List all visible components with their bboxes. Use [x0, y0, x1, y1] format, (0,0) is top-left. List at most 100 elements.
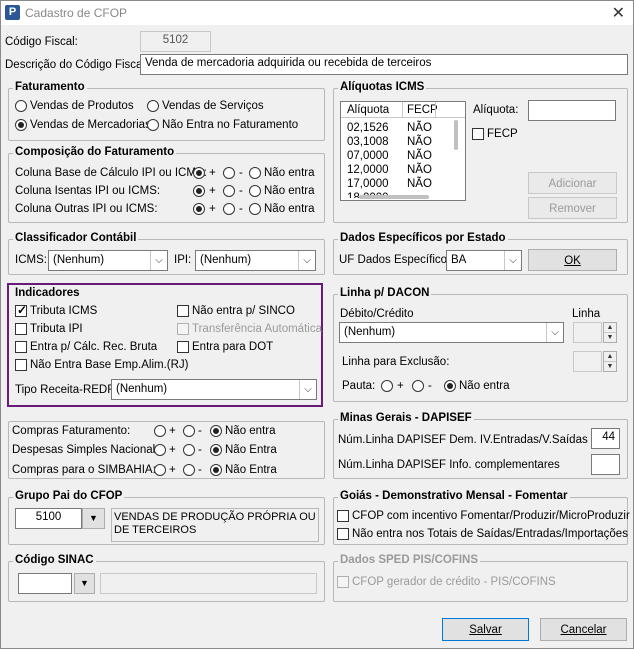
chevron-down-icon: ⌵ — [546, 323, 563, 342]
salvar-button[interactable]: Salvar — [442, 618, 529, 641]
vertical-scrollbar[interactable] — [454, 120, 458, 150]
minus-label: - — [198, 425, 202, 437]
plus-label: + — [397, 380, 404, 392]
sped-credito-checkbox[interactable] — [337, 576, 349, 588]
ipi-select[interactable]: (Nenhum) ⌵ — [195, 250, 316, 271]
table-cell: NÃO — [407, 136, 432, 148]
uf-select[interactable]: BA ⌵ — [446, 250, 522, 271]
sped-title: Dados SPED PIS/COFINS — [338, 554, 481, 566]
radio-outras-none[interactable] — [249, 203, 261, 215]
radio-simbahia-none[interactable] — [210, 464, 222, 476]
horizontal-scrollbar[interactable] — [359, 195, 429, 199]
transferencia-checkbox[interactable] — [177, 323, 189, 335]
descricao-field[interactable]: Venda de mercadoria adquirida ou recebid… — [140, 54, 628, 75]
radio-compras-minus[interactable] — [183, 425, 195, 437]
sinac-dropdown-icon[interactable]: ▼ — [74, 573, 95, 594]
tributa-ipi-checkbox[interactable] — [15, 323, 27, 335]
close-icon[interactable]: ✕ — [612, 3, 625, 23]
cancelar-label: Cancelar — [560, 624, 607, 636]
nao-entra-base-checkbox[interactable] — [15, 359, 27, 371]
entra-calc-label: Entra p/ Cálc. Rec. Bruta — [30, 341, 158, 353]
cancelar-button[interactable]: Cancelar — [540, 618, 627, 641]
radio-compras-none[interactable] — [210, 425, 222, 437]
dapisef-row1-label: Núm.Linha DAPISEF Dem. IV.Entradas/V.Saí… — [338, 434, 588, 446]
nao-entra-totais-checkbox[interactable] — [337, 528, 349, 540]
none-label: Não Entra — [225, 444, 277, 456]
pauta-label: Pauta: — [342, 380, 376, 392]
codigo-fiscal-label: Código Fiscal: — [5, 36, 78, 48]
goias-title: Goiás - Demonstrativo Mensal - Fomentar — [338, 490, 570, 502]
radio-outras-minus[interactable] — [223, 203, 235, 215]
spin-up-icon[interactable]: ▲ — [604, 323, 616, 333]
nao-entra-sinco-checkbox[interactable] — [177, 305, 189, 317]
radio-simbahia-plus[interactable] — [154, 464, 166, 476]
exclusao-label: Linha para Exclusão: — [342, 356, 450, 368]
spin-down-icon[interactable]: ▼ — [604, 333, 616, 343]
exclusao-input[interactable] — [573, 351, 602, 372]
grupo-pai-code-input[interactable]: 5100 — [15, 508, 82, 529]
nao-entra-totais-label: Não entra nos Totais de Saídas/Entradas/… — [352, 528, 628, 540]
linha-input[interactable] — [573, 322, 602, 343]
ok-state-label: OK — [564, 255, 581, 267]
radio-base-plus[interactable] — [193, 167, 205, 179]
aliquotas-table[interactable]: Alíquota FECP 02,1526 NÃO 03,1008 NÃO 07… — [340, 101, 466, 201]
radio-isentas-minus[interactable] — [223, 185, 235, 197]
cfop-dialog: P Cadastro de CFOP ✕ Código Fiscal: 5102… — [0, 0, 634, 649]
aliquota-input[interactable] — [528, 100, 616, 121]
table-row[interactable]: 03,1008 — [347, 136, 389, 148]
minus-label: - — [428, 380, 432, 392]
chevron-down-icon: ⌵ — [298, 251, 315, 270]
radio-pauta-none[interactable] — [444, 380, 456, 392]
table-row[interactable]: 12,0000 — [347, 164, 389, 176]
fomentar-label: CFOP com incentivo Fomentar/Produzir/Mic… — [352, 510, 630, 522]
radio-isentas-none[interactable] — [249, 185, 261, 197]
table-row[interactable]: 07,0000 — [347, 150, 389, 162]
spin-down-icon[interactable]: ▼ — [604, 362, 616, 372]
remover-button[interactable]: Remover — [528, 197, 617, 219]
table-row[interactable]: 17,0000 — [347, 178, 389, 190]
radio-vendas-servicos[interactable] — [147, 100, 159, 112]
plus-label: + — [209, 185, 216, 197]
linha-spinner[interactable]: ▲ ▼ — [603, 322, 617, 343]
faturamento-title: Faturamento — [13, 81, 87, 93]
radio-vendas-produtos[interactable] — [15, 100, 27, 112]
fomentar-checkbox[interactable] — [337, 510, 349, 522]
tributa-icms-checkbox[interactable] — [15, 303, 27, 317]
debito-credito-select[interactable]: (Nenhum) ⌵ — [339, 322, 564, 343]
radio-base-none[interactable] — [249, 167, 261, 179]
tipo-receita-select[interactable]: (Nenhum) ⌵ — [111, 379, 317, 400]
radio-compras-plus[interactable] — [154, 425, 166, 437]
radio-despesas-none[interactable] — [210, 444, 222, 456]
dapisef-row1-input[interactable]: 44 — [591, 428, 620, 449]
radio-simbahia-minus[interactable] — [183, 464, 195, 476]
composicao-row-label: Coluna Outras IPI ou ICMS: — [15, 203, 158, 215]
ipi-select-value: (Nenhum) — [200, 254, 252, 266]
radio-despesas-minus[interactable] — [183, 444, 195, 456]
radio-vendas-mercadorias[interactable] — [15, 119, 27, 131]
radio-pauta-plus[interactable] — [381, 380, 393, 392]
radio-outras-plus[interactable] — [193, 203, 205, 215]
dapisef-row2-input[interactable] — [591, 454, 620, 475]
aliquota-label: Alíquota: — [473, 104, 519, 116]
fecp-checkbox[interactable] — [472, 128, 484, 140]
spin-up-icon[interactable]: ▲ — [604, 352, 616, 362]
none-label: Não entra — [264, 185, 315, 197]
app-icon: P — [5, 5, 20, 20]
radio-nao-entra-faturamento[interactable] — [147, 119, 159, 131]
radio-pauta-minus[interactable] — [412, 380, 424, 392]
tipo-receita-value: (Nenhum) — [116, 383, 168, 395]
exclusao-spinner[interactable]: ▲ ▼ — [603, 351, 617, 372]
radio-despesas-plus[interactable] — [154, 444, 166, 456]
table-row[interactable]: 02,1526 — [347, 122, 389, 134]
nao-entra-base-label: Não Entra Base Emp.Alim.(RJ) — [30, 359, 189, 371]
icms-select[interactable]: (Nenhum) ⌵ — [48, 250, 168, 271]
radio-isentas-plus[interactable] — [193, 185, 205, 197]
sinac-code-input[interactable] — [18, 573, 72, 594]
grupo-pai-dropdown-icon[interactable]: ▼ — [82, 508, 105, 529]
adicionar-button[interactable]: Adicionar — [528, 172, 617, 194]
ok-state-button[interactable]: OK — [528, 249, 617, 271]
entra-dot-checkbox[interactable] — [177, 341, 189, 353]
classificador-title: Classificador Contábil — [13, 232, 139, 244]
entra-calc-checkbox[interactable] — [15, 341, 27, 353]
radio-base-minus[interactable] — [223, 167, 235, 179]
